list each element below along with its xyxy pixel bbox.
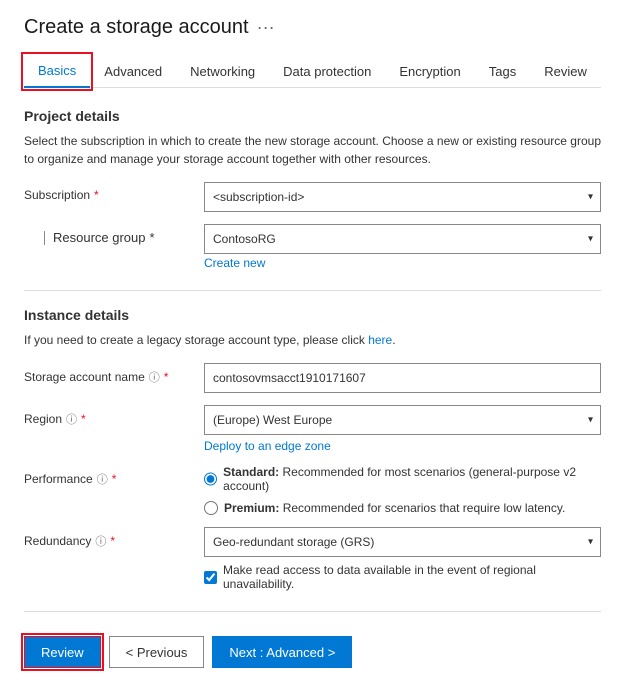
resource-group-indent-line [44,231,45,245]
redundancy-row: Redundancy ⓘ * Geo-redundant storage (GR… [24,527,601,591]
performance-premium-label: Premium: Recommended for scenarios that … [224,501,565,515]
subscription-control: <subscription-id> ▾ [204,182,601,212]
redundancy-control: Geo-redundant storage (GRS) ▾ Make read … [204,527,601,591]
review-button[interactable]: Review [24,636,101,668]
subscription-required: * [94,188,99,202]
region-row: Region ⓘ * (Europe) West Europe ▾ Deploy… [24,405,601,453]
redundancy-label: Redundancy ⓘ * [24,527,204,549]
storage-account-name-input[interactable] [204,363,601,393]
tab-basics[interactable]: Basics [24,55,90,88]
performance-radio-group: Standard: Recommended for most scenarios… [204,465,601,515]
performance-label: Performance ⓘ * [24,465,204,487]
resource-group-required: * [150,230,155,245]
tab-encryption[interactable]: Encryption [385,55,474,87]
deploy-edge-zone-link[interactable]: Deploy to an edge zone [204,439,601,453]
resource-group-row: Resource group * ContosoRG ▾ Create new [24,224,601,270]
read-access-checkbox[interactable] [204,571,217,584]
tab-advanced[interactable]: Advanced [90,55,176,87]
region-select[interactable]: (Europe) West Europe [204,405,601,435]
instance-details-title: Instance details [24,307,601,323]
performance-premium-option[interactable]: Premium: Recommended for scenarios that … [204,501,601,515]
redundancy-checkbox-row: Make read access to data available in th… [204,563,601,591]
region-control: (Europe) West Europe ▾ Deploy to an edge… [204,405,601,453]
instance-details-desc: If you need to create a legacy storage a… [24,331,601,349]
tab-tags[interactable]: Tags [475,55,530,87]
performance-premium-radio[interactable] [204,501,218,515]
redundancy-required: * [110,534,115,548]
performance-info-icon[interactable]: ⓘ [97,471,108,487]
tab-networking[interactable]: Networking [176,55,269,87]
performance-standard-radio[interactable] [204,472,217,486]
subscription-select-wrapper: <subscription-id> ▾ [204,182,601,212]
nav-tabs: Basics Advanced Networking Data protecti… [24,55,601,88]
performance-row: Performance ⓘ * Standard: Recommended fo… [24,465,601,515]
region-info-icon[interactable]: ⓘ [66,411,77,427]
section-divider [24,290,601,291]
performance-standard-option[interactable]: Standard: Recommended for most scenarios… [204,465,601,493]
project-details-desc: Select the subscription in which to crea… [24,132,601,168]
storage-account-name-label: Storage account name ⓘ * [24,363,204,385]
instance-details-section: Instance details If you need to create a… [24,307,601,591]
subscription-label: Subscription * [24,182,204,202]
storage-account-name-row: Storage account name ⓘ * [24,363,601,393]
tab-data-protection[interactable]: Data protection [269,55,385,87]
region-required: * [81,412,86,426]
subscription-select[interactable]: <subscription-id> [204,182,601,212]
region-select-wrapper: (Europe) West Europe ▾ [204,405,601,435]
read-access-label: Make read access to data available in th… [223,563,601,591]
resource-group-label-col: Resource group * [24,224,204,245]
previous-button[interactable]: < Previous [109,636,205,668]
region-label: Region ⓘ * [24,405,204,427]
performance-required: * [112,472,117,486]
footer-divider [24,611,601,612]
page-container: Create a storage account ··· Basics Adva… [0,0,625,688]
footer: Review < Previous Next : Advanced > [24,628,601,668]
resource-group-select-wrapper: ContosoRG ▾ [204,224,601,254]
create-new-link[interactable]: Create new [204,256,601,270]
redundancy-select[interactable]: Geo-redundant storage (GRS) [204,527,601,557]
resource-group-indent: Resource group * [24,230,155,245]
here-link[interactable]: here [368,333,392,347]
tab-review[interactable]: Review [530,55,601,87]
storage-name-required: * [164,370,169,384]
project-details-title: Project details [24,108,601,124]
redundancy-info-icon[interactable]: ⓘ [95,533,106,549]
resource-group-control: ContosoRG ▾ Create new [204,224,601,270]
page-header: Create a storage account ··· [24,16,601,39]
redundancy-select-wrapper: Geo-redundant storage (GRS) ▾ [204,527,601,557]
storage-name-info-icon[interactable]: ⓘ [149,369,160,385]
next-button[interactable]: Next : Advanced > [212,636,352,668]
more-options-icon[interactable]: ··· [257,17,275,38]
performance-standard-label: Standard: Recommended for most scenarios… [223,465,601,493]
page-title: Create a storage account [24,16,249,39]
performance-control: Standard: Recommended for most scenarios… [204,465,601,515]
project-details-section: Project details Select the subscription … [24,108,601,270]
resource-group-select[interactable]: ContosoRG [204,224,601,254]
storage-account-name-control [204,363,601,393]
resource-group-label: Resource group [53,230,146,245]
subscription-row: Subscription * <subscription-id> ▾ [24,182,601,212]
